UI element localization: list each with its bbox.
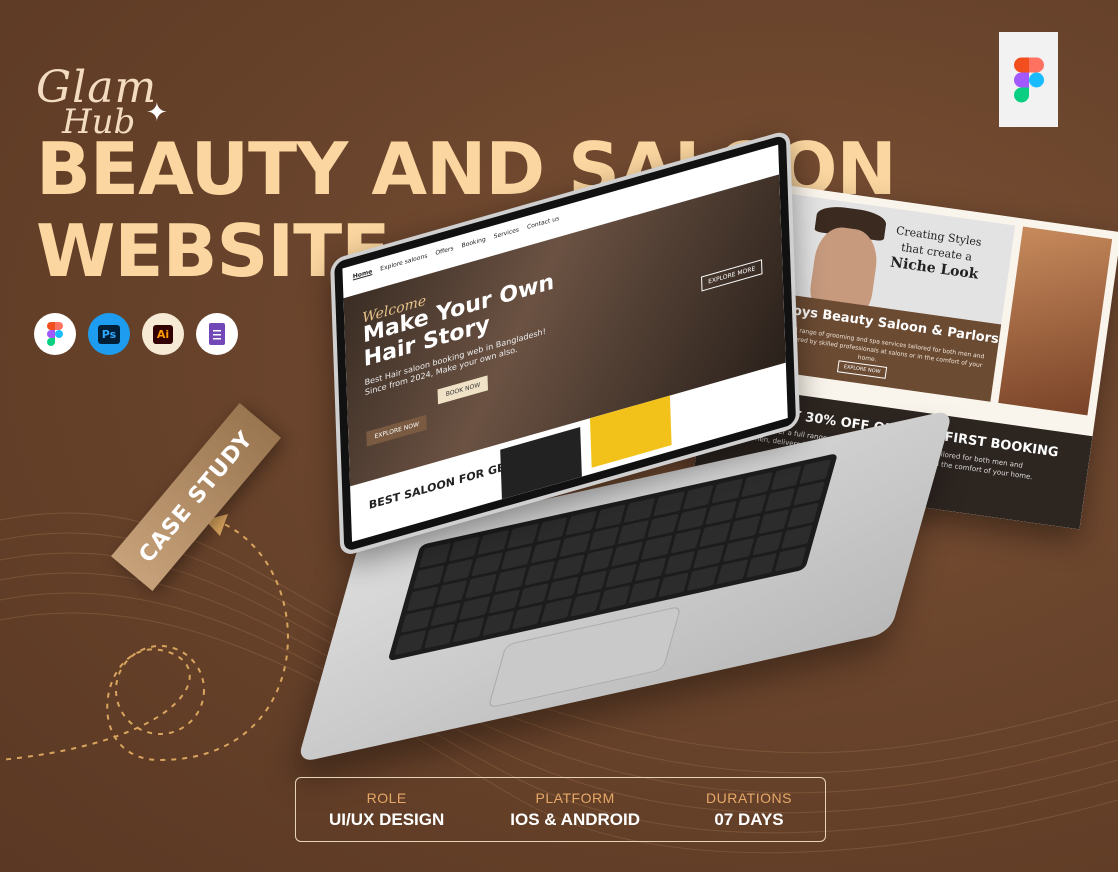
project-info-box: ROLE UI/UX DESIGN PLATFORM IOS & ANDROID… [295,777,826,842]
role-value: UI/UX DESIGN [329,809,445,829]
platform-label: PLATFORM [535,789,615,806]
sparkle-icon: ✦ [146,98,168,128]
nav-item-services[interactable]: Services [494,226,520,240]
duration-column: DURATIONS 07 DAYS [706,790,792,830]
tool-icons: Ps Ai [34,313,238,355]
figma-badge-icon [999,32,1058,127]
explore-now-button[interactable]: EXPLORE NOW [366,414,428,447]
illustrator-icon: Ai [142,313,184,355]
duration-value: 07 DAYS [714,809,784,829]
duration-label: DURATIONS [706,789,792,806]
case-study-label: CASE STUDY [134,426,258,568]
role-column: ROLE UI/UX DESIGN [329,790,444,830]
nav-item-offers[interactable]: Offers [435,244,453,256]
photoshop-icon: Ps [88,313,130,355]
nav-item-home[interactable]: Home [353,268,373,280]
nav-item-contact[interactable]: Contact us [527,214,559,230]
case-study-badge: CASE STUDY [111,403,281,591]
woman-portrait-image [998,226,1113,416]
figma-icon [34,313,76,355]
platform-column: PLATFORM IOS & ANDROID [510,790,640,830]
google-forms-icon [196,313,238,355]
platform-value: IOS & ANDROID [510,809,641,829]
role-label: ROLE [366,789,407,806]
nav-item-explore-saloons[interactable]: Explore saloons [380,252,427,272]
explore-more-button[interactable]: EXPLORE MORE [700,259,763,292]
nav-item-booking[interactable]: Booking [461,235,485,249]
book-now-button[interactable]: BOOK NOW [437,375,489,405]
